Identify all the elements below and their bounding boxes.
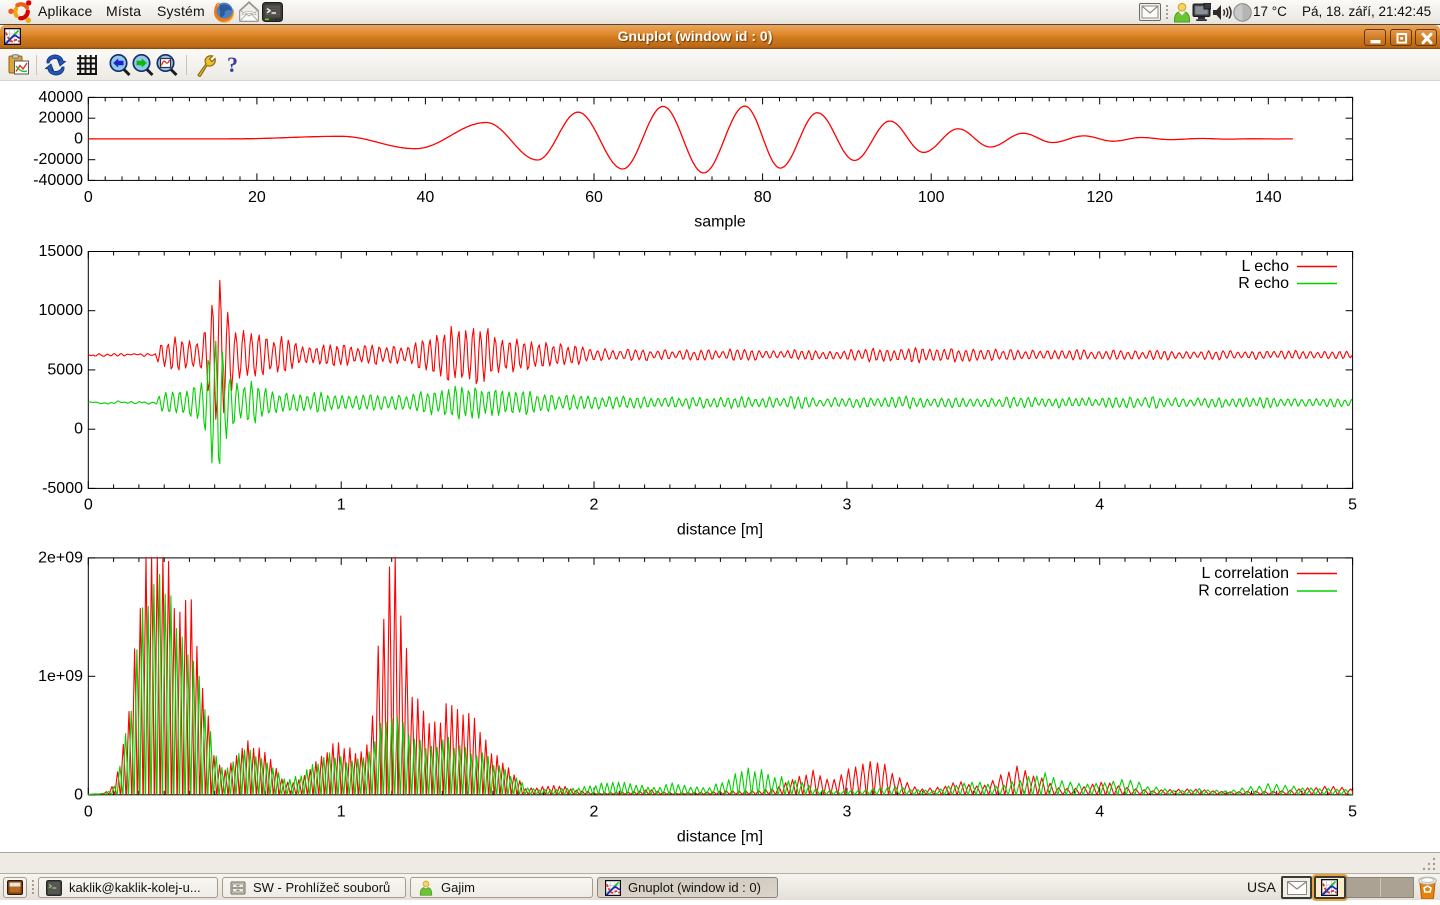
svg-text:20: 20 — [248, 189, 266, 206]
svg-text:20000: 20000 — [39, 110, 84, 127]
svg-text:0: 0 — [74, 130, 83, 147]
svg-text:40000: 40000 — [39, 89, 84, 106]
svg-text:R echo: R echo — [1238, 275, 1289, 292]
svg-text:0: 0 — [84, 804, 93, 821]
svg-text:0: 0 — [74, 421, 83, 438]
svg-text:L correlation: L correlation — [1202, 565, 1289, 582]
svg-text:1e+09: 1e+09 — [38, 668, 83, 685]
svg-text:100: 100 — [918, 189, 945, 206]
svg-text:80: 80 — [754, 189, 772, 206]
svg-text:0: 0 — [74, 786, 83, 803]
svg-text:-40000: -40000 — [33, 172, 83, 189]
svg-text:distance [m]: distance [m] — [677, 522, 763, 539]
svg-text:-20000: -20000 — [33, 151, 83, 168]
svg-text:L echo: L echo — [1242, 258, 1290, 275]
svg-text:5: 5 — [1348, 804, 1357, 821]
svg-text:1: 1 — [337, 804, 346, 821]
svg-text:5: 5 — [1348, 497, 1357, 514]
svg-text:4: 4 — [1095, 804, 1104, 821]
svg-text:2: 2 — [590, 497, 599, 514]
svg-text:140: 140 — [1255, 189, 1282, 206]
svg-text:10000: 10000 — [39, 302, 84, 319]
svg-text:2e+09: 2e+09 — [38, 549, 83, 566]
svg-text:5000: 5000 — [47, 361, 83, 378]
svg-text:2: 2 — [590, 804, 599, 821]
svg-text:3: 3 — [842, 804, 851, 821]
svg-text:sample: sample — [694, 214, 746, 231]
svg-text:R correlation: R correlation — [1198, 583, 1289, 600]
svg-text:15000: 15000 — [39, 243, 84, 260]
svg-text:distance [m]: distance [m] — [677, 829, 763, 846]
svg-text:3: 3 — [842, 497, 851, 514]
svg-text:120: 120 — [1086, 189, 1113, 206]
svg-text:0: 0 — [84, 189, 93, 206]
svg-text:-5000: -5000 — [42, 480, 83, 497]
svg-text:40: 40 — [417, 189, 435, 206]
svg-text:0: 0 — [84, 497, 93, 514]
svg-text:1: 1 — [337, 497, 346, 514]
svg-text:4: 4 — [1095, 497, 1104, 514]
svg-text:60: 60 — [585, 189, 603, 206]
